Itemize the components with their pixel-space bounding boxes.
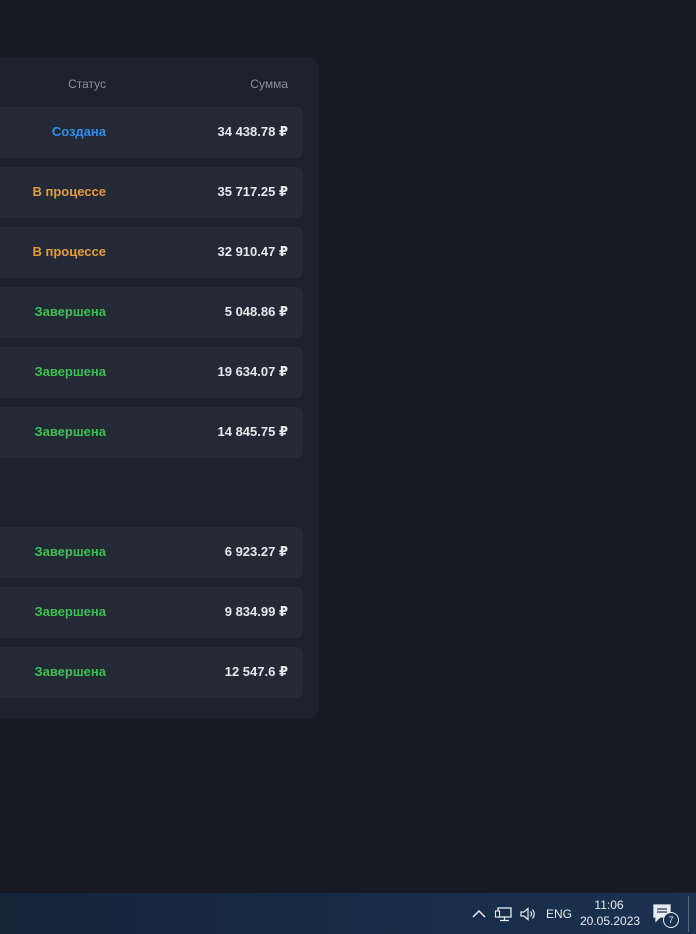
amount-cell: 9 834.99 ₽ — [224, 604, 288, 619]
status-cell: Завершена — [34, 664, 106, 679]
amount-cell: 34 438.78 ₽ — [217, 124, 289, 139]
status-cell: Завершена — [34, 364, 106, 379]
status-cell: Завершена — [34, 424, 106, 439]
status-cell: В процессе — [32, 244, 106, 259]
amount-cell: 6 923.27 ₽ — [224, 544, 288, 559]
clock-date: 20.05.2023 — [580, 914, 641, 928]
table-body: Создана 34 438.78 ₽ В процессе 35 717.25… — [0, 107, 303, 707]
amount-cell: 32 910.47 ₽ — [217, 244, 289, 259]
status-cell: Завершена — [34, 544, 106, 559]
clock-time: 11:06 — [594, 898, 624, 912]
table-row[interactable]: Завершена 12 547.6 ₽ — [0, 647, 303, 698]
amount-cell: 12 547.6 ₽ — [224, 664, 288, 679]
chevron-up-icon[interactable] — [472, 893, 486, 934]
notification-count-badge: 7 — [663, 912, 679, 928]
windows-taskbar: ENG 11:06 20.05.2023 — [0, 893, 696, 934]
table-row[interactable]: Завершена 9 834.99 ₽ — [0, 587, 303, 638]
amount-cell: 5 048.86 ₽ — [224, 304, 288, 319]
table-row[interactable]: В процессе 32 910.47 ₽ — [0, 227, 303, 278]
table-row[interactable]: Создана 34 438.78 ₽ — [0, 107, 303, 158]
status-cell: Создана — [51, 124, 106, 139]
amount-cell: 14 845.75 ₽ — [217, 424, 289, 439]
language-indicator[interactable]: ENG — [546, 893, 572, 934]
table-row[interactable]: Завершена 6 923.27 ₽ — [0, 527, 303, 578]
table-row[interactable]: Завершена 14 845.75 ₽ — [0, 407, 303, 458]
status-cell: Завершена — [34, 604, 106, 619]
orders-table-panel: Статус Сумма Создана 34 438.78 ₽ В проце… — [0, 57, 319, 719]
amount-cell: 35 717.25 ₽ — [217, 184, 289, 199]
system-clock[interactable]: 11:06 20.05.2023 — [580, 897, 641, 929]
column-header-amount[interactable]: Сумма — [250, 77, 288, 91]
table-row[interactable]: Завершена 5 048.86 ₽ — [0, 287, 303, 338]
status-cell: Завершена — [34, 304, 106, 319]
column-header-status[interactable]: Статус — [68, 77, 106, 91]
network-icon[interactable] — [495, 893, 513, 934]
table-row[interactable]: В процессе 35 717.25 ₽ — [0, 167, 303, 218]
table-header: Статус Сумма — [0, 57, 319, 107]
amount-cell: 19 634.07 ₽ — [217, 364, 289, 379]
status-cell: В процессе — [32, 184, 106, 199]
table-row[interactable]: Завершена 19 634.07 ₽ — [0, 347, 303, 398]
volume-icon[interactable] — [519, 893, 537, 934]
show-desktop-divider — [688, 896, 689, 932]
